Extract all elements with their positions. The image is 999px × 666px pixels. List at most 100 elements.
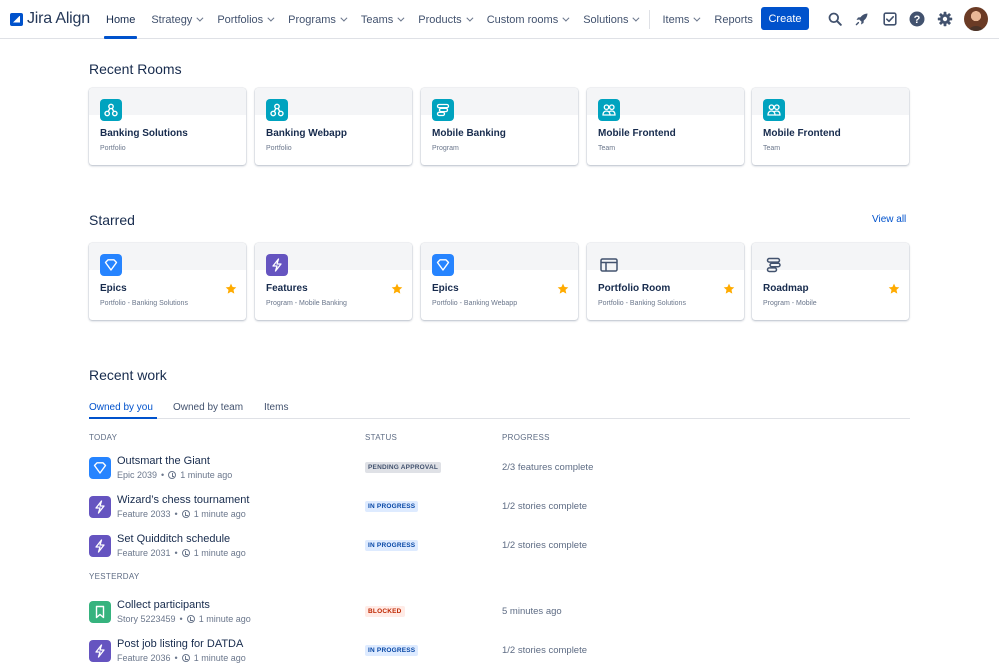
recent-room-card[interactable]: Mobile Frontend Team bbox=[587, 88, 744, 165]
work-item-title[interactable]: Wizard’s chess tournament bbox=[117, 494, 249, 506]
recent-work-tabs: Owned by you Owned by team Items bbox=[89, 400, 910, 419]
recent-room-card[interactable]: Mobile Frontend Team bbox=[752, 88, 909, 165]
work-item-row[interactable]: Outsmart the Giant Epic 2039 • 1 minute … bbox=[89, 453, 910, 485]
gear-icon[interactable] bbox=[936, 10, 954, 28]
nav-label: Items bbox=[662, 13, 690, 26]
column-header-status[interactable]: STATUS bbox=[365, 433, 397, 442]
work-item-ref: Story 5223459 bbox=[117, 614, 176, 624]
chevron-down-icon bbox=[267, 14, 275, 22]
feature-icon bbox=[89, 640, 111, 662]
card-subtitle: Team bbox=[598, 145, 616, 152]
nav-item-home[interactable]: Home bbox=[98, 0, 143, 39]
nav-menu: Home Strategy Portfolios Programs Teams … bbox=[98, 0, 761, 39]
rocket-icon[interactable] bbox=[853, 10, 871, 28]
nav-item-items[interactable]: Items bbox=[654, 0, 706, 39]
nav-label: Strategy bbox=[151, 13, 193, 26]
help-icon[interactable]: ? bbox=[908, 10, 926, 28]
work-item-row[interactable]: Set Quidditch schedule Feature 2031 • 1 … bbox=[89, 531, 910, 563]
nav-label: Programs bbox=[288, 13, 336, 26]
separator-dot: • bbox=[174, 548, 178, 558]
starred-card[interactable]: Epics Portfolio - Banking Webapp bbox=[421, 243, 578, 320]
starred-card[interactable]: Portfolio Room Portfolio - Banking Solut… bbox=[587, 243, 744, 320]
tab-owned-by-team[interactable]: Owned by team bbox=[173, 402, 243, 413]
card-title: Mobile Banking bbox=[432, 128, 506, 139]
search-icon[interactable] bbox=[826, 10, 844, 28]
nav-item-portfolios[interactable]: Portfolios bbox=[209, 0, 280, 39]
nav-item-reports[interactable]: Reports bbox=[706, 0, 761, 39]
jira-align-logo[interactable]: Jira Align bbox=[10, 9, 90, 29]
recent-room-card[interactable]: Banking Solutions Portfolio bbox=[89, 88, 246, 165]
work-item-title[interactable]: Collect participants bbox=[117, 599, 210, 611]
card-subtitle: Portfolio - Banking Webapp bbox=[432, 300, 518, 307]
card-subtitle: Program bbox=[432, 145, 459, 152]
progress-text: 1/2 stories complete bbox=[502, 645, 588, 656]
starred-card[interactable]: Epics Portfolio - Banking Solutions bbox=[89, 243, 246, 320]
status-badge: PENDING APPROVAL bbox=[365, 462, 442, 473]
chevron-down-icon bbox=[466, 14, 474, 22]
column-header-progress[interactable]: PROGRESS bbox=[502, 433, 550, 442]
star-icon[interactable] bbox=[723, 283, 735, 295]
work-item-time: 1 minute ago bbox=[180, 470, 233, 480]
work-item-meta: Feature 2031 • 1 minute ago bbox=[117, 548, 246, 558]
nav-item-teams[interactable]: Teams bbox=[353, 0, 410, 39]
room-icon bbox=[598, 254, 620, 276]
work-item-ref: Feature 2036 bbox=[117, 653, 171, 663]
work-item-time: 1 minute ago bbox=[193, 653, 246, 663]
card-title: Mobile Frontend bbox=[598, 128, 676, 139]
nav-label: Solutions bbox=[583, 13, 629, 26]
clock-icon bbox=[181, 549, 190, 557]
card-subtitle: Team bbox=[763, 145, 781, 152]
active-tab-indicator bbox=[89, 417, 157, 419]
tab-owned-by-you[interactable]: Owned by you bbox=[89, 402, 153, 413]
group-label-today: TODAY bbox=[89, 433, 118, 442]
work-item-row[interactable]: Post job listing for DATDA Feature 2036 … bbox=[89, 636, 910, 666]
view-all-link[interactable]: View all bbox=[872, 214, 906, 225]
starred-card[interactable]: Roadmap Program - Mobile bbox=[752, 243, 909, 320]
starred-card[interactable]: Features Program - Mobile Banking bbox=[255, 243, 412, 320]
clock-icon bbox=[168, 471, 177, 479]
work-item-row[interactable]: Collect participants Story 5223459 • 1 m… bbox=[89, 597, 910, 629]
progress-text: 5 minutes ago bbox=[502, 606, 562, 617]
nav-item-products[interactable]: Products bbox=[410, 0, 478, 39]
nav-item-custom-rooms[interactable]: Custom rooms bbox=[479, 0, 576, 39]
user-avatar[interactable] bbox=[964, 7, 988, 31]
create-button[interactable]: Create bbox=[761, 7, 809, 30]
separator-dot: • bbox=[161, 470, 165, 480]
nav-divider bbox=[649, 10, 651, 29]
recent-room-card[interactable]: Mobile Banking Program bbox=[421, 88, 578, 165]
chevron-down-icon bbox=[340, 14, 348, 22]
tab-items[interactable]: Items bbox=[264, 402, 288, 413]
recent-room-card[interactable]: Banking Webapp Portfolio bbox=[255, 88, 412, 165]
work-item-ref: Feature 2033 bbox=[117, 509, 171, 519]
separator-dot: • bbox=[174, 653, 178, 663]
group-label-yesterday: YESTERDAY bbox=[89, 572, 140, 581]
starred-title: Starred bbox=[89, 212, 135, 228]
card-title: Banking Webapp bbox=[266, 128, 347, 139]
work-item-title[interactable]: Post job listing for DATDA bbox=[117, 638, 243, 650]
status-badge: IN PROGRESS bbox=[365, 540, 419, 551]
nav-item-solutions[interactable]: Solutions bbox=[575, 0, 645, 39]
star-icon[interactable] bbox=[225, 283, 237, 295]
progress-text: 1/2 stories complete bbox=[502, 540, 588, 551]
star-icon[interactable] bbox=[391, 283, 403, 295]
nav-label: Teams bbox=[360, 13, 394, 26]
card-subtitle: Portfolio - Banking Solutions bbox=[598, 300, 686, 307]
card-title: Banking Solutions bbox=[100, 128, 188, 139]
status-badge: IN PROGRESS bbox=[365, 501, 419, 512]
nav-item-strategy[interactable]: Strategy bbox=[143, 0, 209, 39]
nav-item-programs[interactable]: Programs bbox=[280, 0, 353, 39]
work-item-ref: Feature 2031 bbox=[117, 548, 171, 558]
work-item-title[interactable]: Set Quidditch schedule bbox=[117, 533, 230, 545]
star-icon[interactable] bbox=[557, 283, 569, 295]
card-title: Epics bbox=[100, 283, 127, 294]
checkbox-icon[interactable] bbox=[881, 10, 899, 28]
status-badge: IN PROGRESS bbox=[365, 645, 419, 656]
progress-text: 1/2 stories complete bbox=[502, 501, 588, 512]
work-item-title[interactable]: Outsmart the Giant bbox=[117, 455, 210, 467]
star-icon[interactable] bbox=[888, 283, 900, 295]
logo-text: Jira Align bbox=[27, 10, 90, 27]
card-subtitle: Program - Mobile Banking bbox=[266, 300, 347, 307]
separator-dot: • bbox=[174, 509, 178, 519]
work-item-row[interactable]: Wizard’s chess tournament Feature 2033 •… bbox=[89, 492, 910, 524]
card-subtitle: Portfolio - Banking Solutions bbox=[100, 300, 188, 307]
